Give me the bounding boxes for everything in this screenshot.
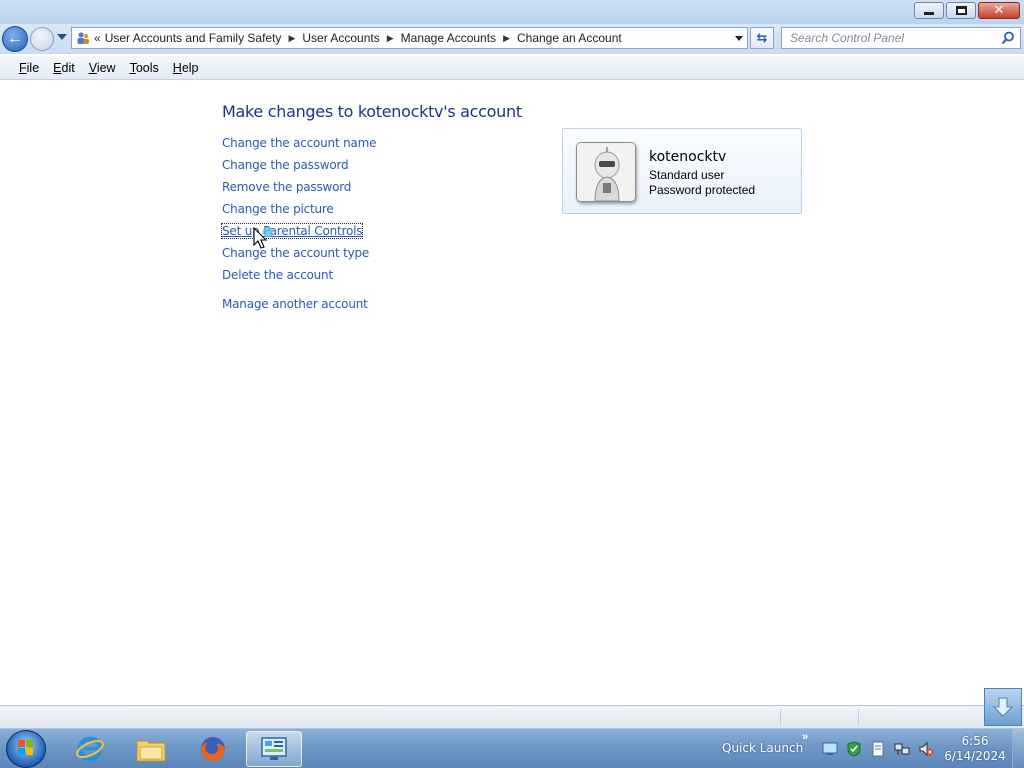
breadcrumb-separator-icon[interactable]: ▶	[387, 33, 394, 44]
account-name: kotenocktv	[649, 149, 727, 165]
breadcrumb-item[interactable]: User Accounts and Family Safety	[105, 31, 282, 45]
account-card: kotenocktv Standard user Password protec…	[562, 128, 802, 214]
window-controls: ✕	[914, 2, 1020, 19]
page-title: Make changes to kotenocktv's account	[222, 102, 522, 121]
breadcrumb-overflow-icon[interactable]: «	[94, 31, 101, 45]
change-password-link[interactable]: Change the password	[222, 158, 349, 172]
document-tray-icon[interactable]	[870, 741, 886, 757]
search-placeholder: Search Control Panel	[790, 31, 905, 45]
manage-another-account-link[interactable]: Manage another account	[222, 297, 368, 311]
breadcrumb-separator-icon[interactable]: ▶	[503, 33, 510, 44]
menu-edit[interactable]: Edit	[46, 61, 82, 75]
change-account-type-link[interactable]: Change the account type	[222, 246, 369, 260]
breadcrumb-item[interactable]: Manage Accounts	[401, 31, 496, 45]
taskbar: Quick Launch » 6:56 6/14/2024	[0, 728, 1024, 768]
status-bar	[0, 705, 1024, 728]
internet-explorer-icon	[76, 736, 104, 762]
taskbar-control-panel[interactable]	[246, 731, 302, 767]
status-divider	[858, 709, 859, 726]
cursor-icon	[253, 227, 273, 249]
main-content: Make changes to kotenocktv's account Cha…	[0, 81, 1024, 705]
security-shield-tray-icon[interactable]	[846, 741, 862, 757]
clock-date: 6/14/2024	[944, 749, 1006, 763]
remove-password-link[interactable]: Remove the password	[222, 180, 351, 194]
title-bar: ✕	[0, 0, 1024, 24]
breadcrumb-item[interactable]: User Accounts	[302, 31, 379, 45]
taskbar-firefox[interactable]	[185, 731, 241, 767]
refresh-button[interactable]: ⇆	[750, 27, 774, 49]
robot-avatar-icon	[577, 143, 635, 201]
menu-help[interactable]: Help	[166, 61, 206, 75]
quick-launch-label[interactable]: Quick Launch	[722, 741, 803, 755]
address-dropdown-icon[interactable]	[735, 36, 743, 41]
arrow-down-icon	[992, 697, 1014, 717]
quick-launch-chevron-icon[interactable]: »	[802, 731, 808, 743]
navigation-bar: ← « User Accounts and Family Safety ▶ Us…	[0, 24, 1024, 54]
clock[interactable]: 6:56 6/14/2024	[940, 734, 1010, 764]
menu-bar: File Edit View Tools Help	[0, 56, 1024, 80]
back-arrow-icon: ←	[7, 30, 23, 47]
recent-pages-dropdown[interactable]	[57, 34, 67, 40]
search-icon[interactable]	[1001, 31, 1015, 45]
avatar	[576, 142, 636, 202]
scroll-down-button[interactable]	[984, 688, 1022, 726]
close-button[interactable]: ✕	[978, 2, 1020, 19]
change-account-name-link[interactable]: Change the account name	[222, 136, 377, 150]
breadcrumb: « User Accounts and Family Safety ▶ User…	[94, 28, 622, 48]
windows-logo-icon	[18, 740, 33, 755]
parental-controls-link[interactable]: Set up Parental Controls	[220, 223, 364, 239]
breadcrumb-separator-icon[interactable]: ▶	[288, 33, 295, 44]
restore-icon	[955, 6, 967, 15]
windows-explorer-icon	[136, 740, 166, 762]
back-button[interactable]: ←	[2, 26, 28, 52]
taskbar-internet-explorer[interactable]	[62, 731, 118, 767]
close-icon: ✕	[993, 3, 1005, 18]
volume-muted-tray-icon[interactable]	[918, 741, 934, 757]
menu-tools[interactable]: Tools	[123, 61, 166, 75]
taskbar-windows-explorer[interactable]	[123, 731, 179, 767]
control-panel-icon	[261, 737, 287, 760]
search-input[interactable]: Search Control Panel	[781, 27, 1021, 49]
minimize-button[interactable]	[914, 2, 944, 19]
menu-view[interactable]: View	[82, 61, 123, 75]
change-picture-link[interactable]: Change the picture	[222, 202, 334, 216]
breadcrumb-item[interactable]: Change an Account	[517, 31, 622, 45]
firefox-icon	[201, 737, 225, 761]
monitor-tray-icon[interactable]	[822, 741, 838, 757]
minimize-icon	[924, 11, 934, 15]
delete-account-link[interactable]: Delete the account	[222, 268, 333, 282]
forward-button[interactable]	[30, 27, 54, 51]
start-button[interactable]	[6, 730, 46, 768]
users-folder-icon	[77, 32, 89, 44]
show-desktop-button[interactable]	[1012, 729, 1024, 768]
status-divider	[780, 709, 781, 726]
refresh-icon: ⇆	[756, 30, 768, 45]
restore-button[interactable]	[946, 2, 976, 19]
account-type: Standard user	[649, 168, 725, 182]
clock-time: 6:56	[961, 734, 989, 748]
address-bar[interactable]: « User Accounts and Family Safety ▶ User…	[71, 27, 748, 49]
password-status: Password protected	[649, 183, 756, 197]
menu-file[interactable]: File	[12, 61, 46, 75]
network-tray-icon[interactable]	[894, 741, 910, 757]
